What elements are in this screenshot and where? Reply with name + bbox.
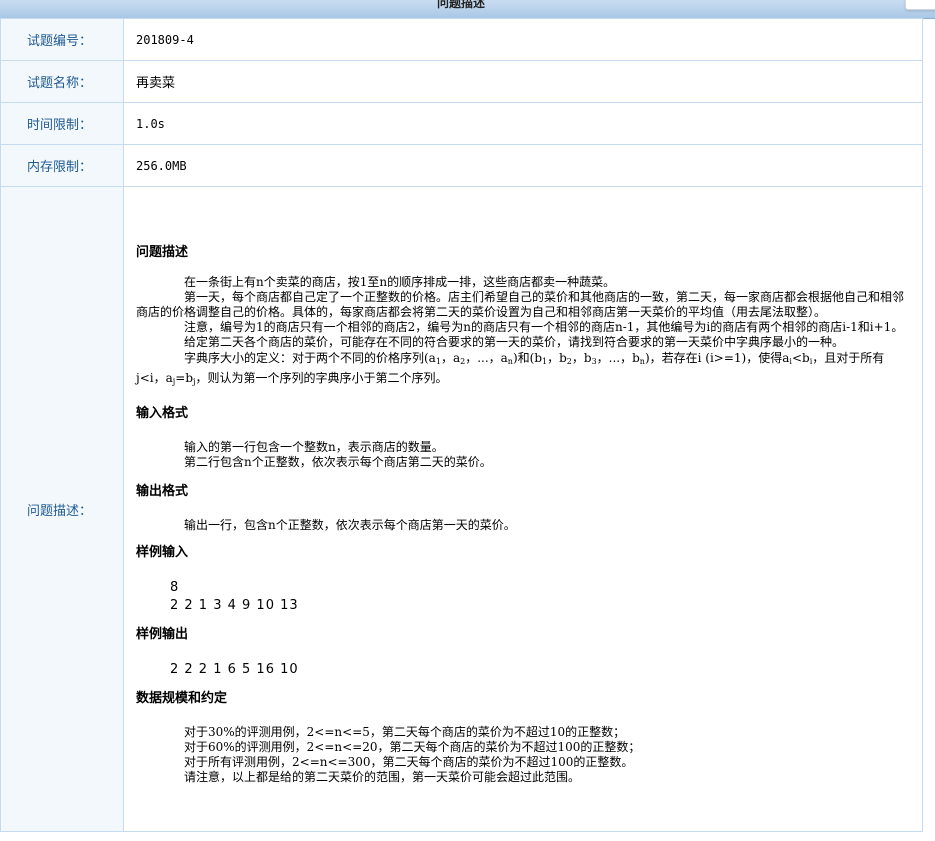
- memory-limit-label: 内存限制：: [0, 144, 124, 187]
- desc-paragraph-1: 在一条街上有n个卖菜的商店，按1至n的顺序排成一排，这些商店都卖一种蔬菜。: [184, 275, 616, 289]
- section-title-sample-input: 样例输入: [136, 545, 189, 560]
- info-row-memory: 内存限制： 256.0MB: [0, 144, 923, 187]
- memory-limit-value: 256.0MB: [123, 144, 923, 187]
- description-content: 问题描述 在一条街上有n个卖菜的商店，按1至n的顺序排成一排，这些商店都卖一种蔬…: [123, 186, 923, 832]
- sample-input-line-2: 2 2 1 3 4 9 10 13: [170, 598, 299, 613]
- scale-line-3: 对于所有评测用例，2<=n<=300，第二天每个商店的菜价为不超过100的正整数…: [184, 755, 634, 769]
- info-row-description: 问题描述： 问题描述 在一条街上有n个卖菜的商店，按1至n的顺序排成一排，这些商…: [0, 186, 923, 832]
- output-format-line-1: 输出一行，包含n个正整数，依次表示每个商店第一天的菜价。: [184, 518, 516, 532]
- section-title-scale: 数据规模和约定: [136, 691, 228, 706]
- desc-paragraph-3: 注意，编号为1的商店只有一个相邻的商店2，编号为n的商店只有一个相邻的商店n-1…: [184, 320, 904, 334]
- info-row-name: 试题名称： 再卖菜: [0, 60, 923, 103]
- sample-input-line-1: 8: [170, 580, 180, 595]
- scale-line-1: 对于30%的评测用例，2<=n<=5，第二天每个商店的菜价为不超过10的正整数；: [184, 725, 626, 739]
- scale-line-4: 请注意，以上都是给的第二天菜价的范围，第一天菜价可能会超过此范围。: [184, 770, 581, 784]
- desc-paragraph-5: 字典序大小的定义：对于两个不同的价格序列(a1，a2，...，an)和(b1，b…: [136, 351, 885, 386]
- problem-name-label: 试题名称：: [0, 60, 124, 103]
- input-format-line-1: 输入的第一行包含一个整数n，表示商店的数量。: [184, 440, 444, 454]
- panel-header-title: 问题描述: [436, 0, 485, 10]
- scale-line-2: 对于60%的评测用例，2<=n<=20，第二天每个商店的菜价为不超过100的正整…: [184, 740, 641, 754]
- corner-tab-button[interactable]: [905, 0, 935, 10]
- description-label: 问题描述：: [0, 186, 124, 832]
- section-title-sample-output: 样例输出: [136, 627, 189, 642]
- time-limit-label: 时间限制：: [0, 102, 124, 145]
- problem-name-value: 再卖菜: [123, 60, 923, 103]
- problem-id-value: 201809-4: [123, 18, 923, 61]
- problem-info-table: 试题编号： 201809-4 试题名称： 再卖菜 时间限制： 1.0s 内存限制…: [0, 18, 923, 832]
- time-limit-value: 1.0s: [123, 102, 923, 145]
- desc-paragraph-4: 给定第二天各个商店的菜价，可能存在不同的符合要求的第一天的菜价，请找到符合要求的…: [184, 335, 845, 349]
- section-title-output: 输出格式: [136, 484, 189, 499]
- info-row-time: 时间限制： 1.0s: [0, 102, 923, 145]
- desc-paragraph-2: 第一天，每个商店都自己定了一个正整数的价格。店主们希望自己的菜价和其他商店的一致…: [136, 290, 905, 319]
- info-row-id: 试题编号： 201809-4: [0, 18, 923, 61]
- problem-id-label: 试题编号：: [0, 18, 124, 61]
- section-title-problem: 问题描述: [136, 245, 189, 260]
- input-format-line-2: 第二行包含n个正整数，依次表示每个商店第二天的菜价。: [184, 455, 492, 469]
- sample-output-line-1: 2 2 2 1 6 5 16 10: [170, 662, 299, 677]
- section-title-input: 输入格式: [136, 406, 189, 421]
